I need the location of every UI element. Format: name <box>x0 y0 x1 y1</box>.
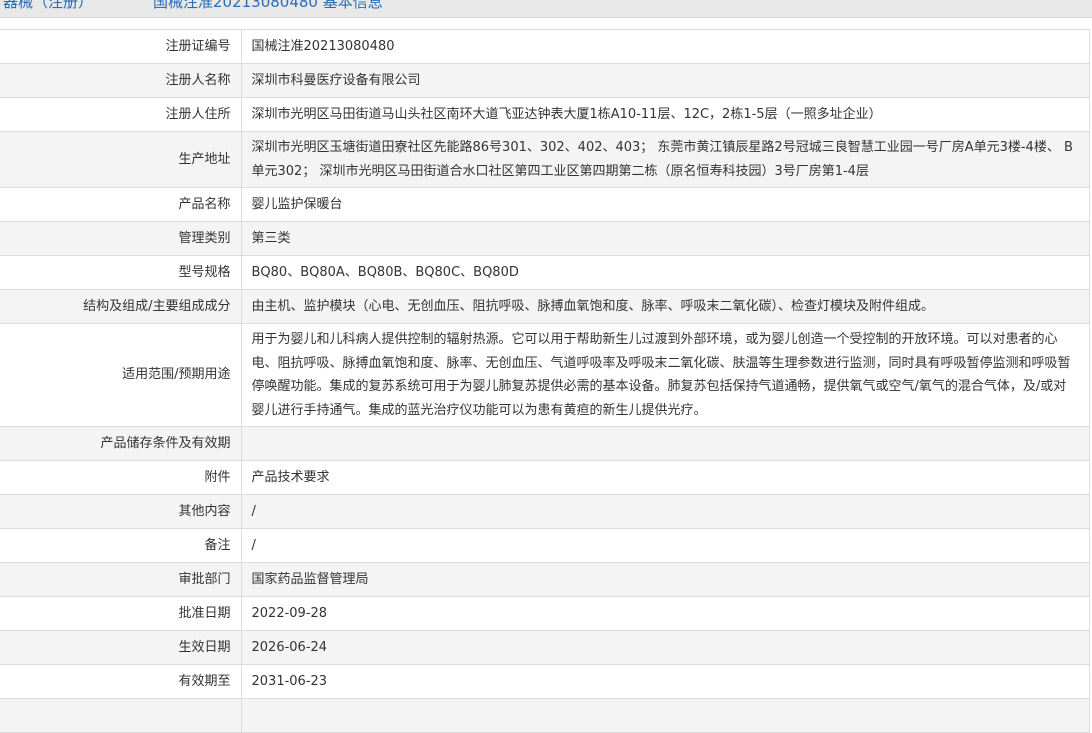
table-row: 产品储存条件及有效期 <box>0 426 1090 461</box>
field-label: 管理类别 <box>0 221 242 256</box>
field-value: 深圳市光明区玉塘街道田寮社区先能路86号301、302、402、403； 东莞市… <box>241 131 1090 188</box>
field-label: 其他内容 <box>0 494 242 529</box>
table-row: 注册证编号 国械注准20213080480 <box>0 29 1090 64</box>
breadcrumb-category[interactable]: 器械（注册） <box>3 0 93 12</box>
field-label: 产品储存条件及有效期 <box>0 426 242 461</box>
table-row: 审批部门 国家药品监督管理局 <box>0 562 1090 597</box>
field-value: 国家药品监督管理局 <box>241 562 1090 597</box>
field-value: BQ80、BQ80A、BQ80B、BQ80C、BQ80D <box>241 255 1090 290</box>
field-label: 注册人住所 <box>0 97 242 132</box>
field-label: 审批部门 <box>0 562 242 597</box>
field-value: 第三类 <box>241 221 1090 256</box>
table-row: 备注 / <box>0 528 1090 563</box>
field-value: / <box>241 494 1090 529</box>
field-value: 由主机、监护模块（心电、无创血压、阻抗呼吸、脉搏血氧饱和度、脉率、呼吸末二氧化碳… <box>241 289 1090 324</box>
field-value: 2022-09-28 <box>241 596 1090 631</box>
field-label: 注册人名称 <box>0 63 242 98</box>
table-row: 生产地址 深圳市光明区玉塘街道田寮社区先能路86号301、302、402、403… <box>0 131 1090 188</box>
table-row: 产品名称 婴儿监护保暖台 <box>0 187 1090 222</box>
table-row: 型号规格 BQ80、BQ80A、BQ80B、BQ80C、BQ80D <box>0 255 1090 290</box>
table-row: 有效期至 2031-06-23 <box>0 664 1090 699</box>
table-row: 管理类别 第三类 <box>0 221 1090 256</box>
field-label: 备注 <box>0 528 242 563</box>
table-row <box>0 698 1090 733</box>
field-label: 结构及组成/主要组成成分 <box>0 289 242 324</box>
field-value: 2026-06-24 <box>241 630 1090 665</box>
table-row: 注册人住所 深圳市光明区马田街道马山头社区南环大道飞亚达钟表大厦1栋A10-11… <box>0 97 1090 132</box>
field-label: 生效日期 <box>0 630 242 665</box>
table-row: 注册人名称 深圳市科曼医疗设备有限公司 <box>0 63 1090 98</box>
page-title: 国械注准20213080480 基本信息 <box>153 0 383 11</box>
field-value <box>241 698 1090 733</box>
field-label: 注册证编号 <box>0 29 242 64</box>
page-header: 器械（注册） 国械注准20213080480 基本信息 <box>0 0 1092 18</box>
field-label: 有效期至 <box>0 664 242 699</box>
field-value: 用于为婴儿和儿科病人提供控制的辐射热源。它可以用于帮助新生儿过渡到外部环境，或为… <box>241 323 1090 427</box>
field-value <box>241 426 1090 461</box>
field-label: 型号规格 <box>0 255 242 290</box>
table-row: 结构及组成/主要组成成分 由主机、监护模块（心电、无创血压、阻抗呼吸、脉搏血氧饱… <box>0 289 1090 324</box>
field-label: 适用范围/预期用途 <box>0 323 242 427</box>
field-label: 批准日期 <box>0 596 242 631</box>
table-row: 适用范围/预期用途 用于为婴儿和儿科病人提供控制的辐射热源。它可以用于帮助新生儿… <box>0 323 1090 427</box>
field-value: / <box>241 528 1090 563</box>
field-value: 2031-06-23 <box>241 664 1090 699</box>
field-label <box>0 698 242 733</box>
field-value: 深圳市科曼医疗设备有限公司 <box>241 63 1090 98</box>
field-label: 生产地址 <box>0 131 242 188</box>
table-row: 生效日期 2026-06-24 <box>0 630 1090 665</box>
registration-detail-table: 注册证编号 国械注准20213080480 注册人名称 深圳市科曼医疗设备有限公… <box>0 29 1090 733</box>
field-value: 国械注准20213080480 <box>241 29 1090 64</box>
field-label: 附件 <box>0 460 242 495</box>
table-row: 其他内容 / <box>0 494 1090 529</box>
field-value: 深圳市光明区马田街道马山头社区南环大道飞亚达钟表大厦1栋A10-11层、12C，… <box>241 97 1090 132</box>
table-row: 附件 产品技术要求 <box>0 460 1090 495</box>
field-value: 产品技术要求 <box>241 460 1090 495</box>
field-label: 产品名称 <box>0 187 242 222</box>
table-row: 批准日期 2022-09-28 <box>0 596 1090 631</box>
field-value: 婴儿监护保暖台 <box>241 187 1090 222</box>
